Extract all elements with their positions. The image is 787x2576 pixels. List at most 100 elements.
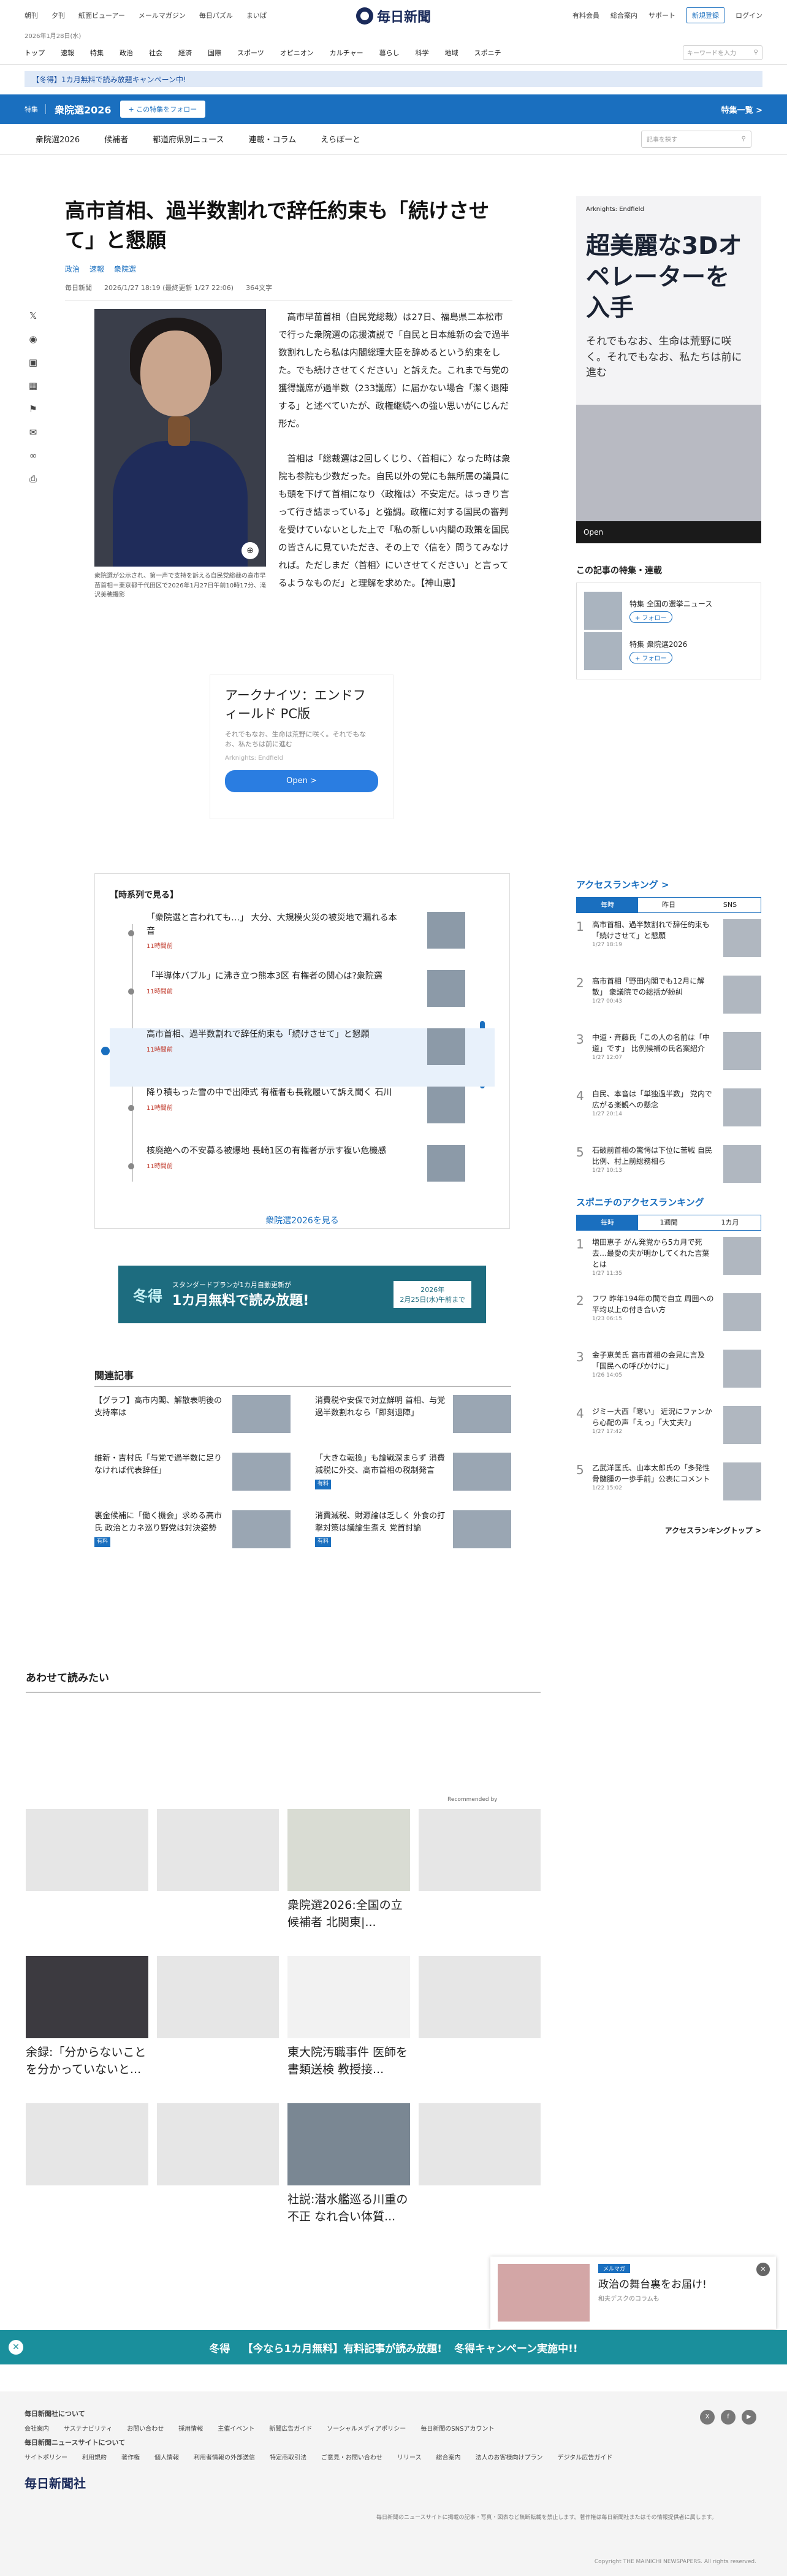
footer-link[interactable]: サイトポリシー	[25, 2452, 67, 2461]
login-link[interactable]: ログイン	[736, 10, 762, 20]
footer-link[interactable]: 法人のお客様向けプラン	[476, 2452, 543, 2461]
recommend-card[interactable]: 余録:「分からないことを分かっていないと...	[26, 1956, 148, 2078]
recommend-card[interactable]	[418, 1809, 541, 1931]
x-share-icon[interactable]: 𝕏	[29, 310, 37, 321]
ranking-item[interactable]: 5 石破前首相の驚愕は下位に苦戦 自民比例、村上前総務相ら 1/27 10:13	[576, 1145, 761, 1201]
footer-link[interactable]: 個人情報	[154, 2452, 179, 2461]
related-item[interactable]: 消費税や安保で対立鮮明 首相、与党過半数割れなら「即刻退陣」	[315, 1395, 511, 1439]
footer-link[interactable]: ソーシャルメディアポリシー	[327, 2423, 406, 2433]
gnav-item[interactable]: 科学	[416, 48, 429, 58]
gnav-search-input[interactable]: キーワードを入力 ⚲	[683, 45, 762, 60]
ranking-item[interactable]: 1 高市首相、過半数割れで辞任約束も「続けさせて」と懇願 1/27 18:19	[576, 919, 761, 976]
footer-link[interactable]: 著作権	[121, 2452, 140, 2461]
feature-list-link[interactable]: 特集一覧 >	[721, 104, 762, 115]
gnav-item[interactable]: スポニチ	[474, 48, 501, 58]
x-icon[interactable]: X	[700, 2410, 715, 2425]
ranking-item[interactable]: 3 中道・斉藤氏「この人の名前は「中道」です」 比例候補の氏名案紹介 1/27 12…	[576, 1032, 761, 1088]
footer-link[interactable]: 採用情報	[178, 2423, 203, 2433]
footer-link[interactable]: 主催イベント	[218, 2423, 254, 2433]
register-button[interactable]: 新規登録	[686, 7, 724, 23]
timeline-more-link[interactable]: 衆院選2026を見る	[110, 1214, 495, 1226]
related-item[interactable]: 維新・吉村氏「与党で過半数に足りなければ代表辞任」	[94, 1453, 291, 1497]
footer-link[interactable]: 利用者情報の外部送信	[194, 2452, 255, 2461]
ranking-item[interactable]: 4 自民、本音は「単独過半数」 党内で広がる楽観への懸念 1/27 20:14	[576, 1088, 761, 1145]
ranking-item[interactable]: 1 増田恵子 がん発覚から5カ月で死去…最愛の夫が明かしてくれた言葉とは 1/27 …	[576, 1237, 761, 1293]
gnav-item[interactable]: 速報	[61, 48, 74, 58]
footer-link[interactable]: ご意見・お問い合わせ	[321, 2452, 382, 2461]
inline-ad[interactable]: アークナイツ：エンドフィールド PC版 それでもなお、生命は荒野に咲く。それでも…	[210, 675, 394, 819]
ranking-item[interactable]: 4 ジミー大西「寒い」 近況にファンから心配の声「えっ」「大丈夫?」 1/27 17…	[576, 1406, 761, 1462]
footer-link[interactable]: 総合案内	[436, 2452, 461, 2461]
ranking-tab[interactable]: SNS	[699, 898, 761, 912]
ranking-item[interactable]: 5 乙武洋匡氏、山本太郎氏の「多発性骨髄腫の一歩手前」公表にコメント 1/22 15…	[576, 1462, 761, 1519]
top-link[interactable]: 毎日パズル	[199, 10, 233, 20]
category-link[interactable]: 速報	[89, 264, 104, 274]
top-link[interactable]: 夕刊	[51, 10, 65, 20]
subnav-item[interactable]: 候補者	[104, 133, 128, 145]
footer-link[interactable]: デジタル広告ガイド	[558, 2452, 613, 2461]
gnav-item[interactable]: 特集	[90, 48, 104, 58]
recommend-card[interactable]	[418, 2103, 541, 2225]
recommend-card[interactable]	[418, 1956, 541, 2078]
top-right-link[interactable]: サポート	[648, 10, 675, 20]
ranking-item[interactable]: 3 金子恵美氏 高市首相の会見に言及 「国民への呼びかけに」 1/26 14:05	[576, 1350, 761, 1406]
subnav-item[interactable]: 衆院選2026	[36, 133, 80, 145]
recommend-card[interactable]	[26, 2103, 148, 2225]
gnav-item[interactable]: トップ	[25, 48, 45, 58]
sidebar-ad[interactable]: Arknights: Endfield 超美麗な3Dオペレーターを入手 それでも…	[576, 196, 761, 543]
footer-link[interactable]: 新聞広告ガイド	[269, 2423, 312, 2433]
ranking-top-link[interactable]: アクセスランキングトップ >	[576, 1525, 761, 1535]
zoom-icon[interactable]: ⊕	[241, 542, 259, 559]
ad-open-button[interactable]: Open	[576, 521, 761, 543]
recommend-card[interactable]	[26, 1809, 148, 1931]
gnav-item[interactable]: 社会	[149, 48, 162, 58]
ranking-title[interactable]: アクセスランキング >	[576, 878, 761, 891]
related-item[interactable]: 「大きな転換」も論戦深まらず 消費減税に外交、高市首相の税制発言 有料	[315, 1453, 511, 1497]
gnav-item[interactable]: カルチャー	[330, 48, 363, 58]
gnav-item[interactable]: 経済	[178, 48, 192, 58]
article-search-input[interactable]: 記事を探す ⚲	[641, 130, 751, 148]
site-logo[interactable]: 毎日新聞	[355, 6, 431, 26]
footer-link[interactable]: サステナビリティ	[64, 2423, 112, 2433]
sticky-campaign-bar[interactable]: ✕ 冬得 【今なら1カ月無料】有料記事が読み放題! 冬得キャンペーン実施中!!	[0, 2330, 787, 2364]
hatena-icon[interactable]: ▦	[29, 380, 37, 391]
close-icon[interactable]: ✕	[9, 2340, 23, 2355]
footer-link[interactable]: 会社案内	[25, 2423, 49, 2433]
bookmark-icon[interactable]: ⚑	[29, 403, 37, 415]
top-link[interactable]: メールマガジン	[139, 10, 186, 20]
newsletter-popup[interactable]: メルマガ 政治の舞台裏をお届け! 和夫デスクのコラムも ✕	[490, 2257, 776, 2329]
follow-button[interactable]: + フォロー	[629, 652, 672, 663]
footer-link[interactable]: リリース	[397, 2452, 422, 2461]
top-link[interactable]: まいぱ	[246, 10, 267, 20]
follow-feature-button[interactable]: + この特集をフォロー	[120, 101, 206, 118]
promo-bar[interactable]: 【冬得】1カ月無料で読み放題キャンペーン中!	[25, 71, 762, 87]
timeline-item[interactable]: 「衆院選と言われても…」 大分、大規模火災の被災地で漏れる本音 11時間前	[110, 912, 495, 970]
timeline-item[interactable]: 「半導体バブル」に沸き立つ熊本3区 有権者の関心は?衆院選 11時間前	[110, 970, 495, 1028]
gnav-item[interactable]: オピニオン	[280, 48, 314, 58]
feature-follow-item[interactable]: 特集 全国の選挙ニュース + フォロー	[584, 590, 753, 631]
mail-icon[interactable]: ✉	[29, 427, 37, 438]
recommend-card[interactable]: 衆院選2026:全国の立候補者 北関東|...	[287, 1809, 410, 1931]
top-right-link[interactable]: 有料会員	[572, 10, 599, 20]
print-icon[interactable]: ⎙	[29, 473, 37, 484]
recommend-card[interactable]	[156, 1956, 279, 2078]
footer-logo[interactable]: 毎日新聞社	[25, 2474, 762, 2491]
footer-link[interactable]: お問い合わせ	[127, 2423, 164, 2433]
subnav-item[interactable]: 都道府県別ニュース	[153, 133, 224, 145]
gnav-item[interactable]: スポーツ	[237, 48, 264, 58]
close-icon[interactable]: ✕	[756, 2263, 770, 2276]
related-item[interactable]: 消費減税、財源論は乏しく 外食の打撃対策は議論生煮え 党首討論 有料	[315, 1510, 511, 1554]
facebook-icon[interactable]: ▣	[29, 357, 37, 368]
top-link[interactable]: 朝刊	[25, 10, 38, 20]
follow-button[interactable]: + フォロー	[629, 611, 672, 623]
gnav-item[interactable]: 地域	[445, 48, 458, 58]
recommend-card[interactable]	[156, 2103, 279, 2225]
campaign-banner[interactable]: 冬得 スタンダードプランが1カ月自動更新が 1カ月無料で読み放題! 2026年 2月…	[118, 1266, 486, 1323]
subnav-item[interactable]: 連載・コラム	[248, 133, 296, 145]
footer-link[interactable]: 特定商取引法	[270, 2452, 306, 2461]
timeline-item[interactable]: 核廃絶への不安募る被爆地 長崎1区の有権者が示す複い危機感 11時間前	[110, 1145, 495, 1203]
top-link[interactable]: 紙面ビューアー	[78, 10, 125, 20]
ad-open-button[interactable]: Open >	[225, 770, 378, 792]
ranking-tab[interactable]: 昨日	[638, 898, 699, 912]
timeline-item[interactable]: 降り積もった雪の中で出陣式 有権者も長靴履いて訴え聞く 石川 11時間前	[110, 1087, 495, 1145]
